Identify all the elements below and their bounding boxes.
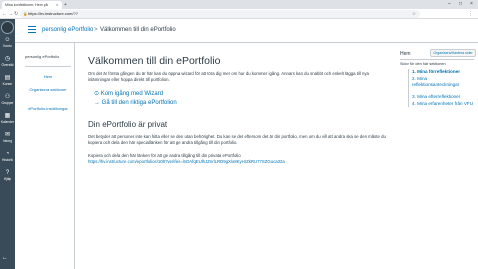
global-nav-courses[interactable]: ▤ Kurser <box>0 75 15 86</box>
copy-instructions: Kopiera och dela den här länken för att … <box>88 153 241 158</box>
maximize-icon[interactable]: □ <box>459 0 462 9</box>
tab-close-icon[interactable]: × <box>56 1 58 9</box>
portfolio-nav-home[interactable]: Hem <box>25 74 71 80</box>
share-link[interactable]: https://hv.instructure.com/eportfolios/1… <box>88 159 285 164</box>
page-link-reflection-notes[interactable]: 2. Mina reflektionsanteckningar <box>412 76 460 87</box>
organize-pages-button[interactable]: Organisera/Hantera sider <box>430 49 476 57</box>
goto-portfolio-link[interactable]: → Gå till den riktiga ePortfolion <box>94 100 177 106</box>
browser-tab-title: Mina konfektioner. Hem på <box>5 3 48 7</box>
collapse-nav-icon[interactable]: ← <box>2 255 8 261</box>
forward-icon[interactable]: → <box>8 9 13 19</box>
sidebar-title: Hem <box>400 51 411 57</box>
sidebar-divider <box>400 59 474 60</box>
hamburger-menu-icon[interactable] <box>28 26 36 34</box>
page-link-post-reflections[interactable]: 3. Mina efterreflektioner <box>412 94 474 100</box>
reload-icon[interactable]: ↻ <box>14 9 18 19</box>
global-nav-help[interactable]: ? Hjälp <box>0 170 15 181</box>
lock-icon: 🔒 <box>23 12 28 16</box>
portfolio-nav-divider <box>25 66 71 67</box>
address-bar: ← → ↻ https://hv.instructure.com/?? 🔒 ☆ … <box>0 9 478 19</box>
courses-icon: ▤ <box>4 75 11 81</box>
url-input[interactable]: https://hv.instructure.com/?? <box>20 10 420 18</box>
page-header: personlig ePortfolio > Välkommen till di… <box>15 19 478 43</box>
calendar-icon: ▦ <box>4 113 11 119</box>
wizard-icon: ⊙ <box>94 91 100 97</box>
page-title: Välkommen till din ePortfolio <box>88 55 221 67</box>
portfolio-nav-settings[interactable]: ePortfolio-inställningar <box>25 106 71 112</box>
global-nav-account[interactable]: ☺ Konto <box>0 37 15 48</box>
global-nav-groups[interactable]: ⚇ Grupper <box>0 94 15 105</box>
portfolio-nav-title: personlig ePortfolio <box>25 54 60 59</box>
sidebar-subtitle: Sidor för den här sektionen <box>400 62 446 66</box>
window-close-icon[interactable]: × <box>470 0 473 9</box>
inbox-icon: ✉ <box>4 132 11 138</box>
page-link-vfu-experiences[interactable]: 4. Mina erfarenheter från VFU <box>412 101 474 107</box>
browser-menu-icon[interactable]: ⋮ <box>468 9 473 19</box>
institution-logo[interactable] <box>1 21 14 34</box>
back-icon[interactable]: ← <box>2 9 7 19</box>
breadcrumb-separator-icon: > <box>94 27 98 33</box>
breadcrumb-current: Välkommen till din ePortfolio <box>100 27 176 33</box>
global-nav-dashboard[interactable]: ◷ Översikt <box>0 56 15 67</box>
arrow-right-icon: → <box>94 100 100 106</box>
right-sidebar: Hem Organisera/Hantera sider Sidor för d… <box>396 43 478 269</box>
dashboard-icon: ◷ <box>4 56 11 62</box>
new-tab-icon[interactable]: + <box>64 1 67 9</box>
groups-icon: ⚇ <box>4 94 11 100</box>
global-nav-inbox[interactable]: ✉ Inkorg <box>0 132 15 143</box>
history-icon: ◔ <box>5 151 10 157</box>
intro-text: Om det är första gången du är här kan du… <box>88 71 369 82</box>
portfolio-nav-organize-sections[interactable]: Organisera sektioner <box>25 87 71 93</box>
private-text: Det betyder att personer inte kan hitta … <box>88 134 386 145</box>
minimize-icon[interactable]: – <box>448 0 451 9</box>
sidebar-list-bar <box>408 69 409 107</box>
wizard-link[interactable]: ⊙ Kom igång med Wizard <box>94 90 163 97</box>
portfolio-nav: personlig ePortfolio Hem Organisera sekt… <box>15 43 75 269</box>
private-heading: Din ePortfolio är privat <box>88 120 168 129</box>
global-nav: ☺ Konto ◷ Översikt ▤ Kurser ⚇ Grupper ▦ … <box>0 19 15 269</box>
browser-tab[interactable]: Mina konfektioner. Hem på <box>2 1 62 9</box>
account-icon: ☺ <box>4 37 11 43</box>
global-nav-history[interactable]: ◔ Historik <box>0 151 15 162</box>
bookmark-star-icon[interactable]: ☆ <box>412 10 416 18</box>
page-link-pre-reflections[interactable]: 1. Mina förreflektioner <box>412 69 474 75</box>
global-nav-calendar[interactable]: ▦ Kalender <box>0 113 15 124</box>
help-icon: ? <box>5 170 10 176</box>
browser-tab-bar: Mina konfektioner. Hem på × + – □ × <box>0 0 478 9</box>
breadcrumb-portfolio-link[interactable]: personlig ePortfolio <box>42 26 93 34</box>
